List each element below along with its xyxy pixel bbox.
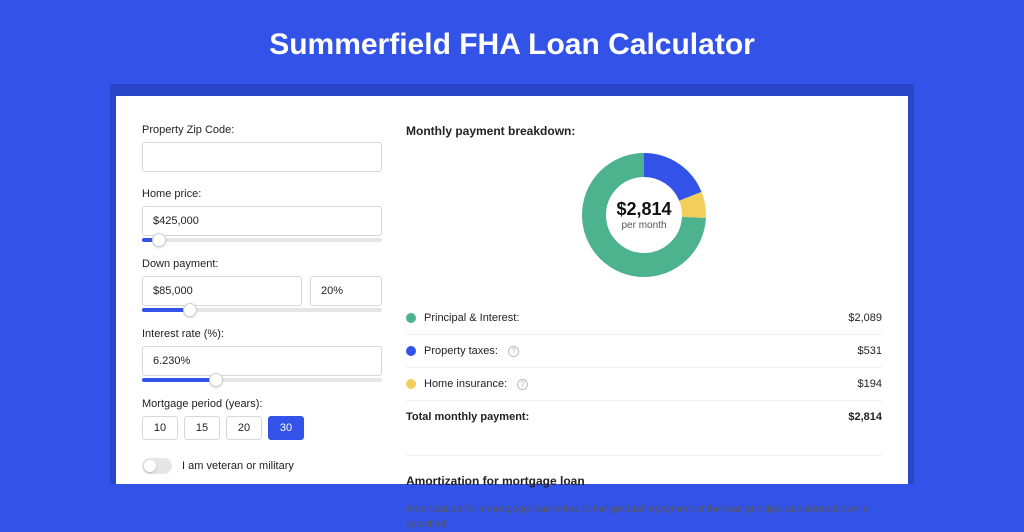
down-payment-group: Down payment: (142, 258, 382, 312)
donut-total: $2,814 (616, 199, 671, 220)
amortization-section: Amortization for mortgage loan Amortizat… (406, 455, 882, 532)
donut-chart-wrap: $2,814 per month (406, 152, 882, 278)
mortgage-period-label: Mortgage period (years): (142, 398, 382, 410)
amortization-body: Amortization for a mortgage loan refers … (406, 502, 882, 532)
down-payment-percent-input[interactable] (310, 276, 382, 306)
interest-rate-group: Interest rate (%): (142, 328, 382, 382)
donut-sub: per month (621, 220, 666, 231)
down-payment-amount-input[interactable] (142, 276, 302, 306)
accent-strip: Property Zip Code: Home price: Down paym… (110, 84, 914, 484)
veteran-label: I am veteran or military (182, 460, 294, 472)
veteran-row: I am veteran or military (142, 458, 382, 474)
breakdown-item-value: $194 (858, 378, 882, 390)
breakdown-total-value: $2,814 (848, 411, 882, 423)
period-option-30[interactable]: 30 (268, 416, 304, 440)
breakdown-item-label: Property taxes: (424, 345, 498, 357)
donut-chart: $2,814 per month (581, 152, 707, 278)
interest-rate-label: Interest rate (%): (142, 328, 382, 340)
zip-group: Property Zip Code: (142, 124, 382, 172)
yellow-dot-icon (406, 379, 416, 389)
period-option-20[interactable]: 20 (226, 416, 262, 440)
down-payment-label: Down payment: (142, 258, 382, 270)
breakdown-row: Property taxes:? $531 (406, 335, 882, 368)
home-price-slider[interactable] (142, 238, 382, 242)
mortgage-period-group: Mortgage period (years): 10152030 (142, 398, 382, 440)
blue-dot-icon (406, 346, 416, 356)
breakdown-row: Principal & Interest: $2,089 (406, 302, 882, 335)
home-price-input[interactable] (142, 206, 382, 236)
breakdown-item-label: Home insurance: (424, 378, 507, 390)
home-price-group: Home price: (142, 188, 382, 242)
breakdown-total-row: Total monthly payment: $2,814 (406, 401, 882, 433)
breakdown-column: Monthly payment breakdown: $2,814 per mo… (406, 124, 882, 484)
calculator-card: Property Zip Code: Home price: Down paym… (116, 96, 908, 484)
veteran-toggle[interactable] (142, 458, 172, 474)
home-price-slider-thumb[interactable] (152, 233, 166, 247)
breakdown-item-value: $2,089 (848, 312, 882, 324)
interest-rate-input[interactable] (142, 346, 382, 376)
period-option-10[interactable]: 10 (142, 416, 178, 440)
down-payment-slider-thumb[interactable] (183, 303, 197, 317)
down-payment-slider[interactable] (142, 308, 382, 312)
info-icon[interactable]: ? (508, 346, 519, 357)
info-icon[interactable]: ? (517, 379, 528, 390)
green-dot-icon (406, 313, 416, 323)
form-column: Property Zip Code: Home price: Down paym… (142, 124, 382, 484)
interest-rate-slider-thumb[interactable] (209, 373, 223, 387)
breakdown-row: Home insurance:? $194 (406, 368, 882, 401)
period-option-15[interactable]: 15 (184, 416, 220, 440)
zip-input[interactable] (142, 142, 382, 172)
breakdown-title: Monthly payment breakdown: (406, 124, 882, 138)
breakdown-item-label: Principal & Interest: (424, 312, 519, 324)
page-title: Summerfield FHA Loan Calculator (0, 0, 1024, 84)
breakdown-item-value: $531 (858, 345, 882, 357)
breakdown-total-label: Total monthly payment: (406, 411, 529, 423)
interest-rate-slider[interactable] (142, 378, 382, 382)
home-price-label: Home price: (142, 188, 382, 200)
breakdown-list: Principal & Interest: $2,089 Property taxe… (406, 302, 882, 401)
zip-label: Property Zip Code: (142, 124, 382, 136)
amortization-title: Amortization for mortgage loan (406, 474, 882, 488)
